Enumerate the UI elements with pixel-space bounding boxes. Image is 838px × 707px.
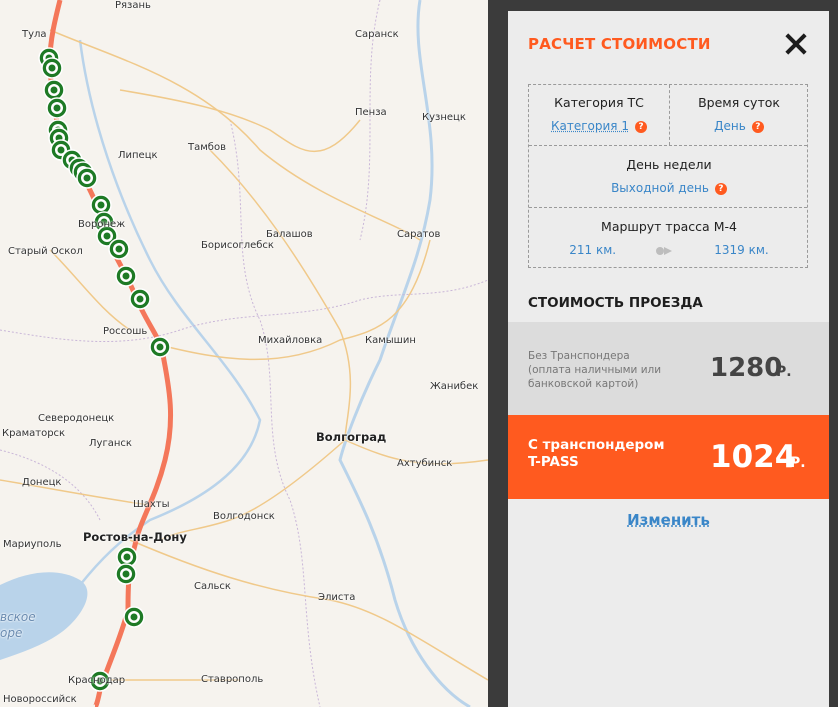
grid-divider [529,207,807,208]
time-of-day-cell: Время суток День? [669,95,809,134]
city-label-azov-sea-1: вское [0,610,36,624]
city-label-donetsk: Донецк [22,477,62,488]
route-from-link[interactable]: 211 км. [569,243,616,257]
close-button[interactable] [781,29,811,59]
toll-point-marker[interactable] [43,79,65,101]
change-label[interactable]: Изменить [627,511,710,529]
city-label-volgodonsk: Волгодонск [213,511,275,522]
toll-point-marker[interactable] [76,167,98,189]
city-label-kamyshin: Камышин [365,335,416,346]
day-of-week-label: День недели [626,157,712,172]
city-label-borisoglebsk: Борисоглебск [201,240,274,251]
cost-panel: РАСЧЕТ СТОИМОСТИ Категория ТС Категория … [508,11,829,707]
city-label-ryazan: Рязань [115,0,151,11]
toll-point-marker[interactable] [115,265,137,287]
route-cell: Маршрут трасса М-4 211 км. 1319 км. [529,219,809,260]
params-grid: Категория ТС Категория 1? Время суток Де… [528,84,808,268]
city-label-balashov: Балашов [266,229,313,240]
help-icon[interactable]: ? [714,183,727,195]
map-canvas [0,0,488,707]
help-icon[interactable]: ? [634,121,647,133]
city-label-mikhaylovka: Михайловка [258,335,323,346]
toll-point-marker[interactable] [149,336,171,358]
city-label-saransk: Саранск [355,29,399,40]
city-label-penza: Пенза [355,107,387,118]
city-label-dzhanibek: Жанибек [430,381,479,392]
cash-label: Без Транспондера (оплата наличными или б… [528,350,662,390]
toll-point-marker[interactable] [123,606,145,628]
city-label-rostov: Ростов-на-Дону [83,530,187,544]
tpass-currency: Р. [790,455,806,471]
day-of-week-link[interactable]: Выходной день [611,181,709,195]
city-label-saratov: Саратов [397,229,441,240]
city-label-kuznetsk: Кузнецк [422,112,466,123]
city-label-severodonetsk: Северодонецк [38,413,115,424]
city-label-tula: Тула [22,29,47,40]
tpass-label: С транспондером T-PASS [528,437,665,470]
city-label-voronezh: Воронеж [78,219,126,230]
city-label-shakhty: Шахты [133,499,170,510]
price-row-tpass: С транспондером T-PASS 1024 Р. [508,415,829,499]
toll-point-marker[interactable] [46,97,68,119]
toll-point-marker[interactable] [41,57,63,79]
city-label-salsk: Сальск [194,581,231,592]
vehicle-category-label: Категория ТС [554,95,644,110]
city-label-stary-oskol: Старый Оскол [8,246,83,257]
city-label-lugansk: Луганск [89,438,132,449]
cash-currency: Р. [776,364,792,380]
day-of-week-cell: День недели Выходной день? [529,157,809,196]
route-label: Маршрут трасса М-4 [601,219,737,234]
city-label-krasnodar: Краснодар [68,675,126,686]
vehicle-category-link[interactable]: Категория 1 [551,119,629,133]
city-label-mariupol: Мариуполь [3,539,62,550]
panel-title: РАСЧЕТ СТОИМОСТИ [528,35,711,53]
time-of-day-link[interactable]: День [714,119,746,133]
city-label-akhtubinsk: Ахтубинск [397,458,453,469]
cash-price: 1280 [710,353,783,383]
city-label-kramatorsk: Краматорск [2,428,66,439]
route-to-link[interactable]: 1319 км. [714,243,768,257]
vehicle-category-cell: Категория ТС Категория 1? [529,95,669,134]
city-label-volgograd: Волгоград [316,430,387,444]
map[interactable]: Рязань Тула Саранск Пенза Кузнецк Тамбов Липец… [0,0,488,707]
price-row-cash: Без Транспондера (оплата наличными или б… [508,322,829,415]
section-title: СТОИМОСТЬ ПРОЕЗДА [528,295,703,311]
city-label-azov-sea-2: оре [0,626,23,640]
map-gutter [488,0,508,707]
arrow-right-icon [655,241,675,260]
toll-point-marker[interactable] [108,238,130,260]
help-icon[interactable]: ? [751,121,764,133]
time-of-day-label: Время суток [698,95,780,110]
city-label-lipetsk: Липецк [118,150,158,161]
toll-point-marker[interactable] [129,288,151,310]
city-label-tambov: Тамбов [188,142,226,153]
grid-divider [529,145,807,146]
city-label-elista: Элиста [318,592,356,603]
city-label-rossosh: Россошь [103,326,148,337]
change-button[interactable]: Изменить [508,511,829,529]
tpass-price: 1024 [710,439,797,475]
city-label-novorossiysk: Новороссийск [3,694,77,705]
city-label-stavropol: Ставрополь [201,674,264,685]
don-river [78,39,262,586]
toll-point-marker[interactable] [115,563,137,585]
